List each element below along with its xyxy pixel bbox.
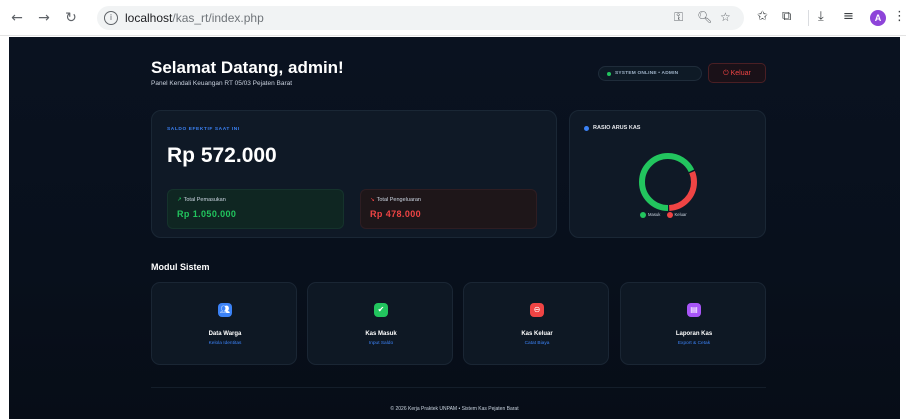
legend-label-out: Keluar xyxy=(674,212,687,218)
cashflow-donut-chart xyxy=(639,153,697,211)
legend-swatch-out xyxy=(666,212,673,218)
legend-item-in: Masuk xyxy=(640,212,661,218)
logout-button[interactable]: ⏻ Keluar xyxy=(708,63,766,83)
password-key-icon[interactable]: ⚿ xyxy=(674,10,683,25)
ratio-title: RASIO ARUS KAS xyxy=(593,125,641,131)
system-status-badge: SYSTEM ONLINE • ADMIN xyxy=(598,66,702,81)
legend-item-out: Keluar xyxy=(666,212,687,218)
panel-subtitle: Panel Kendali Keuangan RT 05/03 Pejaten … xyxy=(151,80,293,87)
balance-card: SALDO EFEKTIF SAAT INI Rp 572.000 ↗ Total… xyxy=(151,110,557,238)
system-status-text: SYSTEM ONLINE • ADMIN xyxy=(615,71,679,76)
forward-icon[interactable]: → xyxy=(35,9,53,27)
ratio-dot-icon xyxy=(584,126,589,131)
module-title: Laporan Kas xyxy=(675,331,713,337)
module-title: Kas Keluar xyxy=(521,331,553,337)
balance-label: SALDO EFEKTIF SAAT INI xyxy=(167,127,240,132)
module-card-kas-keluar[interactable]: ⊖ Kas Keluar Catat Biaya xyxy=(463,282,609,365)
zoom-icon[interactable]: 🔍︎ xyxy=(697,10,712,24)
app-page: Selamat Datang, admin! Panel Kendali Keu… xyxy=(9,37,900,419)
module-title: Kas Masuk xyxy=(365,331,397,337)
module-subtitle: Catat Biaya xyxy=(524,341,550,346)
cashflow-ratio-card: RASIO ARUS KAS Masuk Keluar xyxy=(569,110,766,238)
trend-up-icon: ↗ xyxy=(177,197,182,203)
toolbar-divider xyxy=(808,10,809,26)
income-value: Rp 1.050.000 xyxy=(177,209,237,219)
module-title: Data Warga xyxy=(208,331,242,337)
income-summary: ↗ Total Pemasukan Rp 1.050.000 xyxy=(167,189,344,229)
online-dot-icon xyxy=(607,72,611,76)
url-text[interactable]: localhost/kas_rt/index.php xyxy=(125,11,264,25)
menu-kebab-icon[interactable]: ⋮ xyxy=(893,9,906,24)
footer-text: © 2026 Kerja Praktek UNPAM • Sistem Kas … xyxy=(390,406,519,412)
income-label: Total Pemasukan xyxy=(183,197,226,203)
expense-value: Rp 478.000 xyxy=(370,209,422,219)
document-icon: ▤ xyxy=(687,303,701,317)
trend-down-icon: ↘ xyxy=(370,197,375,203)
legend-swatch-in xyxy=(640,212,646,218)
expense-label: Total Pengeluaran xyxy=(376,197,421,203)
module-card-data-warga[interactable]: 👥︎ Data Warga Kelola Identitas xyxy=(151,282,297,365)
balance-value: Rp 572.000 xyxy=(167,144,277,167)
donut-legend: Masuk Keluar xyxy=(640,212,692,218)
check-circle-icon: ✔ xyxy=(374,303,388,317)
site-info-icon[interactable]: i xyxy=(104,11,118,25)
bookmark-star-icon[interactable]: ☆ xyxy=(720,10,731,24)
users-icon: 👥︎ xyxy=(218,303,232,317)
module-card-laporan-kas[interactable]: ▤ Laporan Kas Export & Cetak xyxy=(620,282,766,365)
power-icon: ⏻ xyxy=(723,69,729,77)
download-icon[interactable]: ⤓ xyxy=(818,9,824,24)
extensions-star-icon[interactable]: ✩ xyxy=(757,9,768,24)
welcome-title: Selamat Datang, admin! xyxy=(151,58,344,77)
module-subtitle: Export & Cetak xyxy=(677,341,711,346)
module-subtitle: Input Saldo xyxy=(368,341,394,346)
footer-divider xyxy=(151,387,766,388)
module-subtitle: Kelola Identitas xyxy=(208,341,242,346)
module-card-kas-masuk[interactable]: ✔ Kas Masuk Input Saldo xyxy=(307,282,453,365)
legend-label-in: Masuk xyxy=(648,212,661,218)
minus-circle-icon: ⊖ xyxy=(530,303,544,317)
reading-list-icon[interactable]: ⧉ xyxy=(782,9,791,24)
address-bar[interactable]: i localhost/kas_rt/index.php ⚿ 🔍︎ ☆ xyxy=(97,6,744,30)
browser-toolbar: ← → ↻ i localhost/kas_rt/index.php ⚿ 🔍︎ … xyxy=(0,0,906,36)
modules-section-title: Modul Sistem xyxy=(151,262,210,272)
profile-avatar[interactable]: A xyxy=(870,10,886,26)
reload-icon[interactable]: ↻ xyxy=(62,9,80,27)
back-icon[interactable]: ← xyxy=(8,9,26,27)
media-control-icon[interactable]: ≡ xyxy=(843,9,854,24)
expense-summary: ↘ Total Pengeluaran Rp 478.000 xyxy=(360,189,537,229)
logout-label: Keluar xyxy=(730,70,751,77)
